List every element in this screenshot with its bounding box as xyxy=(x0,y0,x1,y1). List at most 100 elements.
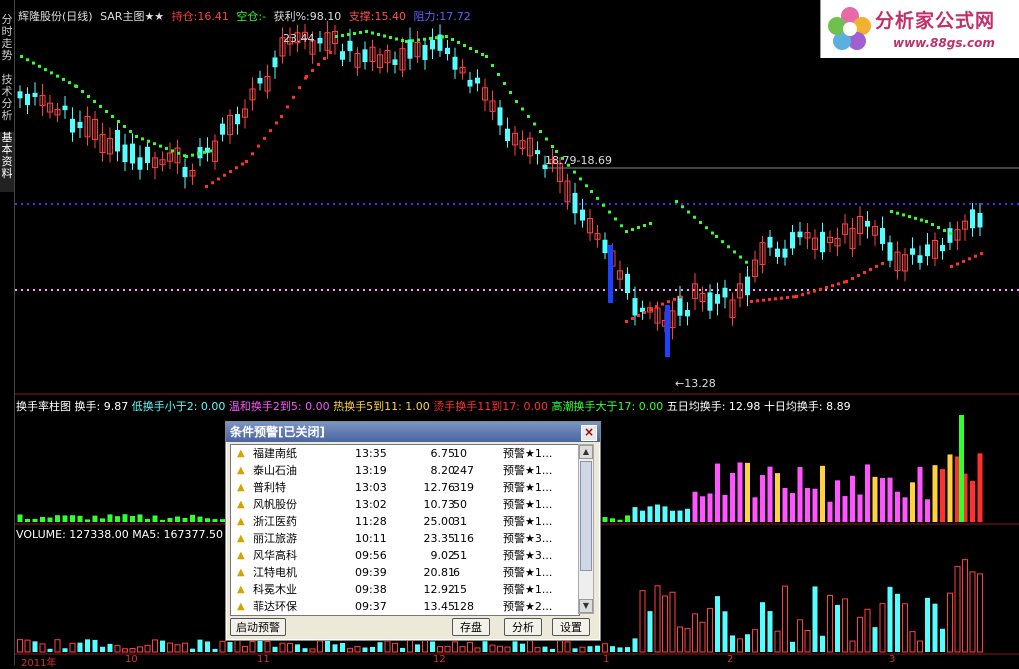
tab-intraday[interactable]: 分时走势 xyxy=(0,14,14,62)
sar-dot xyxy=(491,64,494,67)
alert-row[interactable]: ▲ 风帆股份 13:02 10.73 50 预警★1... xyxy=(231,496,579,513)
settings-button[interactable]: 设置 xyxy=(552,618,590,636)
candle-body xyxy=(865,220,870,227)
turnover-bar xyxy=(610,518,615,522)
sar-dot xyxy=(521,107,524,111)
scroll-thumb[interactable] xyxy=(580,461,592,571)
alert-up-icon: ▲ xyxy=(237,465,245,476)
sar-dot xyxy=(956,262,959,266)
turnover-bar xyxy=(970,480,975,522)
alert-time: 13:19 xyxy=(355,464,387,477)
candle-body xyxy=(820,231,825,253)
alert-time: 10:11 xyxy=(355,532,387,545)
volume-bar xyxy=(760,602,765,652)
date-label: 11 xyxy=(257,654,270,665)
candle-body xyxy=(122,144,128,163)
alert-row[interactable]: ▲ 普利特 13:03 12.76 319 预警★1... xyxy=(231,479,579,496)
alert-status: 预警★3... xyxy=(503,532,553,545)
candle-body xyxy=(445,47,450,55)
turnover-bar xyxy=(175,516,180,522)
sar-dot xyxy=(245,160,248,163)
sar-dot xyxy=(649,222,652,225)
sar-dot xyxy=(509,91,512,94)
candle-body xyxy=(25,93,30,106)
turnover-bar xyxy=(925,499,930,522)
sar-dot xyxy=(655,305,658,308)
volume-bar xyxy=(804,630,811,653)
alert-row[interactable]: ▲ 菲达环保 09:37 13.45 128 预警★2... xyxy=(231,598,579,615)
alert-row[interactable]: ▲ 江特电机 09:39 20.81 6 预警★1... xyxy=(231,564,579,581)
save-button[interactable]: 存盘 xyxy=(452,618,490,636)
sar-dot xyxy=(217,177,220,181)
volume-bar xyxy=(797,619,803,653)
volume-bar xyxy=(820,635,825,652)
sar-dot xyxy=(405,40,408,43)
sar-dot xyxy=(347,33,350,36)
sar-dot xyxy=(762,298,765,302)
start-alert-button[interactable]: 启动预警 xyxy=(230,618,286,636)
candle-series xyxy=(17,21,983,357)
turnover-bar xyxy=(602,517,608,522)
volume-bar xyxy=(212,648,218,652)
sar-dot xyxy=(463,44,466,47)
sar-dot xyxy=(451,38,454,41)
alert-qty: 10 xyxy=(453,447,467,460)
alert-row[interactable]: ▲ 风华高科 09:56 9.02 51 预警★3... xyxy=(231,547,579,564)
alert-time: 11:28 xyxy=(355,515,387,528)
tab-fundamental[interactable]: 基本资料 xyxy=(0,132,14,192)
alert-row[interactable]: ▲ 科冕木业 09:38 12.92 15 预警★1... xyxy=(231,581,579,598)
turnover-frenzy: 烫手换手11到17: 0.00 xyxy=(433,400,549,413)
sar-dot xyxy=(435,36,438,40)
candle-body xyxy=(665,305,670,357)
turnover-bar xyxy=(932,465,938,522)
alert-row[interactable]: ▲ 泰山石油 13:19 8.20 247 预警★1... xyxy=(231,462,579,479)
alert-status: 预警★2... xyxy=(503,600,553,613)
sar-dot xyxy=(705,226,708,230)
sar-dot xyxy=(26,58,29,62)
turnover-bar xyxy=(850,475,855,522)
turnover-bar xyxy=(782,488,788,522)
volume-bar xyxy=(437,646,443,653)
sar-dot xyxy=(950,265,953,268)
volume-bar xyxy=(47,648,53,652)
sar-dot xyxy=(661,302,664,306)
candle-body xyxy=(340,51,345,60)
sar-dot xyxy=(275,121,278,125)
alert-list[interactable]: ▲ 福建南纸 13:35 6.75 10 预警★1... ▲ 泰山石油 13:19 8.20 247… xyxy=(230,444,580,616)
sar-dot xyxy=(750,300,753,303)
volume-bar xyxy=(272,646,278,652)
candle-body xyxy=(115,129,120,152)
volume-bar xyxy=(407,639,413,653)
volume-bar xyxy=(617,647,623,652)
tab-technical[interactable]: 技术分析 xyxy=(0,74,14,126)
sar-series xyxy=(20,30,983,323)
alert-price: 20.81 xyxy=(423,566,456,579)
scroll-down-icon[interactable]: ▼ xyxy=(579,599,593,613)
turnover-bar xyxy=(910,482,915,522)
alert-time: 09:39 xyxy=(355,566,387,579)
tab-fundamental-label: 基本资料 xyxy=(1,131,13,180)
analyze-button[interactable]: 分析 xyxy=(504,618,542,636)
candle-body xyxy=(535,150,540,155)
alert-row[interactable]: ▲ 浙江医药 11:28 25.00 31 预警★1... xyxy=(231,513,579,530)
turnover-bar xyxy=(677,510,683,522)
alert-row[interactable]: ▲ 丽江旅游 10:11 23.35 116 预警★3... xyxy=(231,530,579,547)
volume-bar xyxy=(415,644,420,652)
alert-scrollbar[interactable]: ▲ ▼ xyxy=(578,444,594,614)
sar-dot xyxy=(111,115,114,118)
volume-bar xyxy=(752,629,758,653)
candle-body xyxy=(572,192,578,214)
sar-dot xyxy=(469,47,472,50)
alert-stock-name: 普利特 xyxy=(253,481,286,494)
sar-dot xyxy=(890,210,893,213)
sar-dot xyxy=(825,286,828,289)
scroll-up-icon[interactable]: ▲ xyxy=(579,445,593,459)
turnover-bar xyxy=(40,516,45,522)
volume-bar xyxy=(295,644,300,652)
volume-bar xyxy=(647,611,653,652)
alert-stock-name: 菲达环保 xyxy=(253,600,297,613)
site-logo[interactable]: 分析家公式网 www.88gs.com xyxy=(820,0,1019,58)
close-icon[interactable]: × xyxy=(581,425,597,441)
date-label: 10 xyxy=(125,654,138,665)
alert-row[interactable]: ▲ 福建南纸 13:35 6.75 10 预警★1... xyxy=(231,445,579,462)
